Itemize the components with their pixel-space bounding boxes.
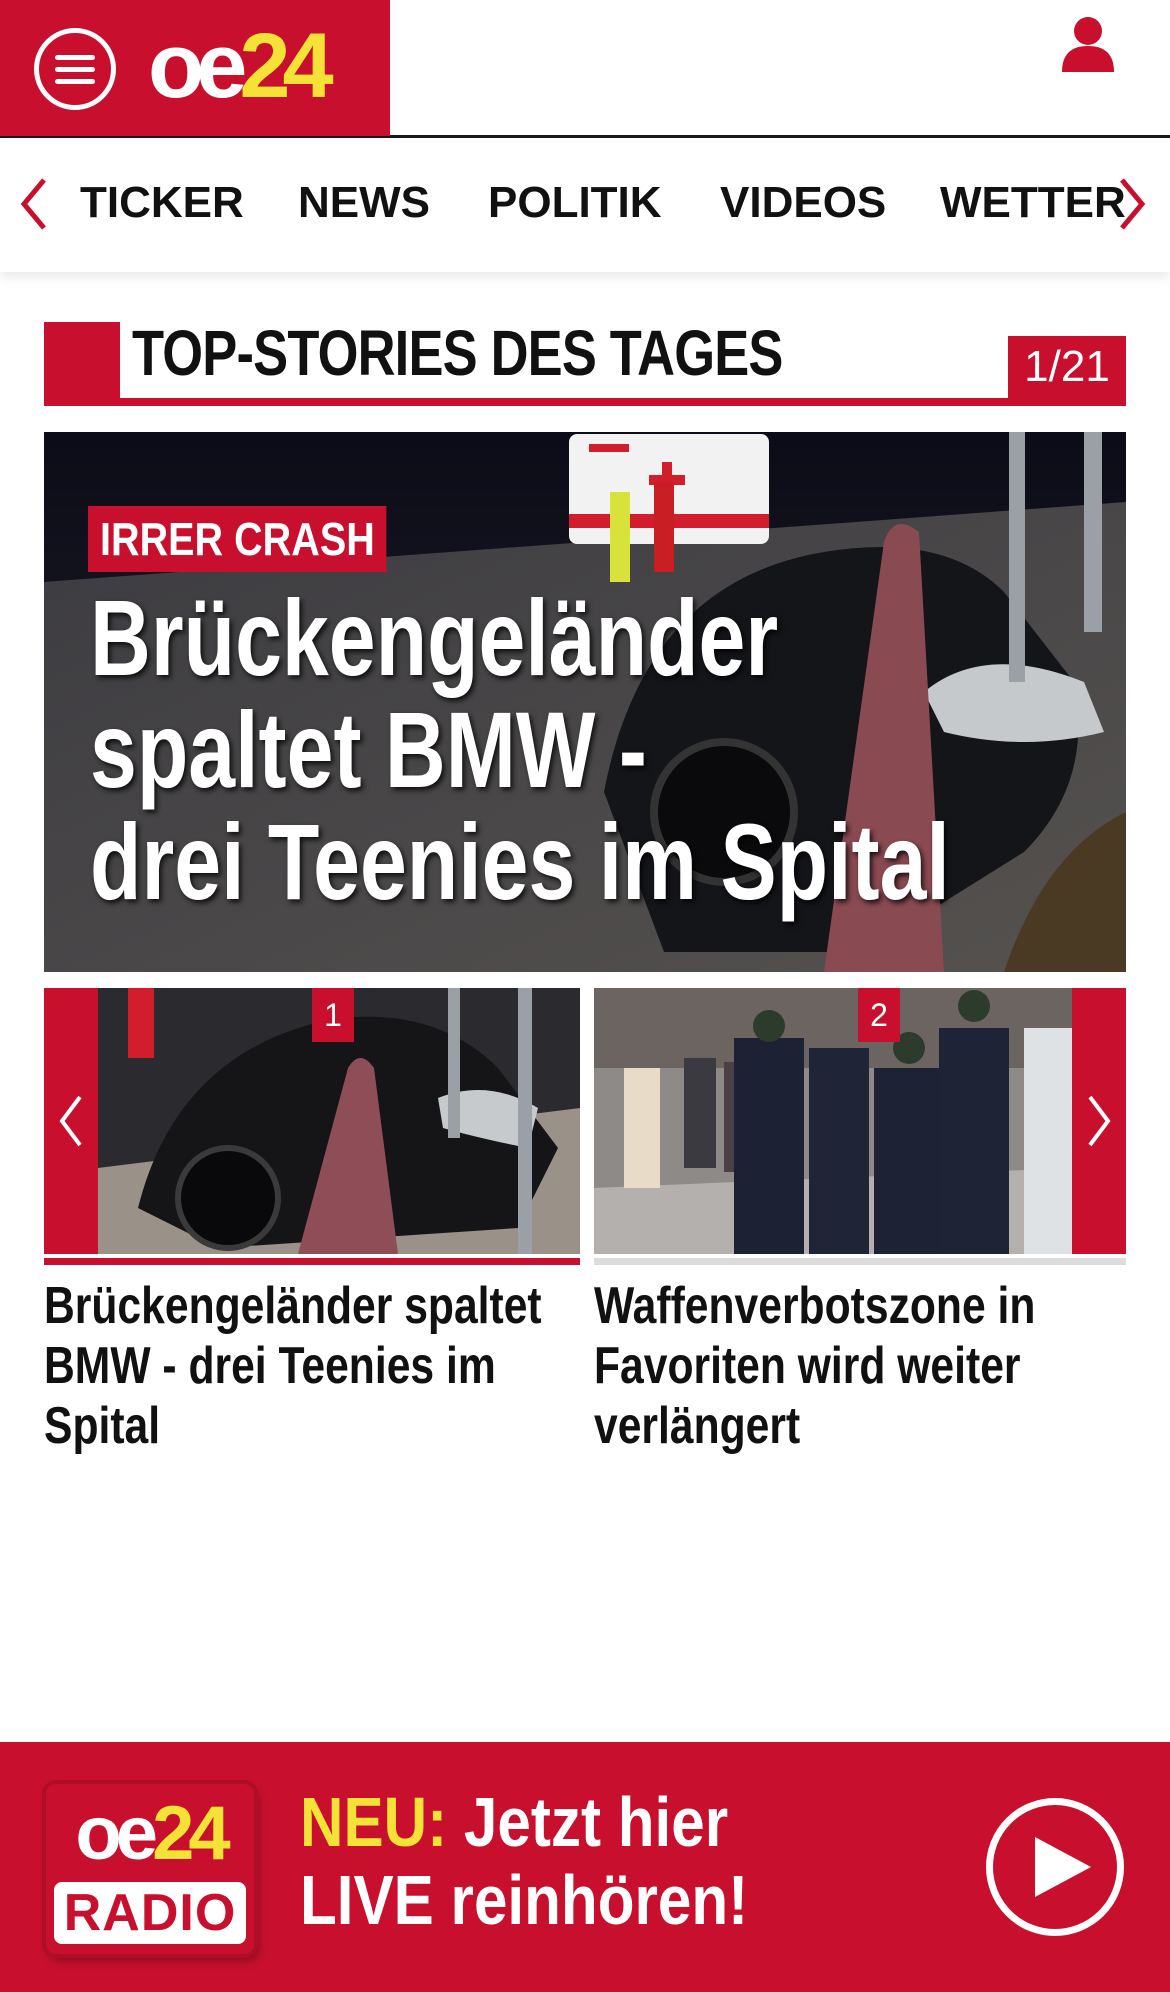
carousel-prev-button[interactable]	[44, 988, 98, 1254]
section-accent	[44, 322, 120, 406]
carousel-item-1-badge: 1	[312, 988, 354, 1042]
carousel-item-2-badge: 2	[858, 988, 900, 1042]
carousel-next-button[interactable]	[1072, 988, 1126, 1254]
radio-play-button[interactable]	[986, 1798, 1124, 1936]
site-header: oe 24	[0, 0, 1170, 138]
play-icon	[1035, 1837, 1091, 1897]
carousel-item-2-image[interactable]	[594, 988, 1072, 1254]
hero-headline: Brückengeländer spaltet BMW - drei Teeni…	[90, 577, 950, 922]
chevron-left-icon[interactable]	[14, 174, 54, 234]
radio-banner[interactable]: oe24 RADIO NEU: Jetzt hier LIVE reinhöre…	[0, 1742, 1170, 1992]
radio-label: RADIO	[54, 1882, 246, 1944]
chevron-right-icon[interactable]	[1112, 174, 1152, 234]
nav-item-news[interactable]: NEWS	[298, 178, 430, 228]
carousel-item-2-title[interactable]: Waffenverbotszone in Favoriten wird weit…	[594, 1276, 1102, 1456]
hamburger-icon	[55, 54, 95, 60]
nav-item-ticker[interactable]: TICKER	[80, 178, 244, 228]
radio-headline-line1: NEU: Jetzt hier	[300, 1783, 729, 1861]
carousel-item-1-active-bar	[44, 1258, 580, 1265]
chevron-left-icon	[59, 1095, 82, 1147]
hamburger-menu-button[interactable]	[34, 28, 116, 110]
section-underline	[44, 398, 1126, 406]
nav-item-wetter[interactable]: WETTER	[940, 178, 1126, 228]
carousel-item-1-title[interactable]: Brückengeländer spaltet BMW - drei Teeni…	[44, 1276, 552, 1456]
hero-kicker: IRRER CRASH	[88, 506, 387, 572]
radio-logo: oe24 RADIO	[46, 1784, 254, 1954]
section-title: TOP-STORIES DES TAGES	[132, 317, 783, 389]
category-nav: TICKER NEWS POLITIK VIDEOS WETTER	[0, 138, 1170, 272]
hero-story[interactable]: IRRER CRASH Brückengeländer spaltet BMW …	[44, 432, 1126, 972]
carousel-item-2-bar	[594, 1258, 1126, 1265]
logo-oe: oe	[148, 15, 247, 117]
brand-block: oe 24	[0, 0, 390, 136]
radio-headline-line2: LIVE reinhören!	[300, 1861, 749, 1939]
oe24-logo[interactable]: oe 24	[148, 15, 334, 117]
logo-24: 24	[239, 15, 333, 117]
slide-counter: 1/21	[1008, 336, 1126, 398]
nav-item-politik[interactable]: POLITIK	[488, 178, 662, 228]
user-icon[interactable]	[1060, 14, 1116, 74]
nav-item-videos[interactable]: VIDEOS	[720, 178, 886, 228]
chevron-right-icon	[1088, 1095, 1111, 1147]
